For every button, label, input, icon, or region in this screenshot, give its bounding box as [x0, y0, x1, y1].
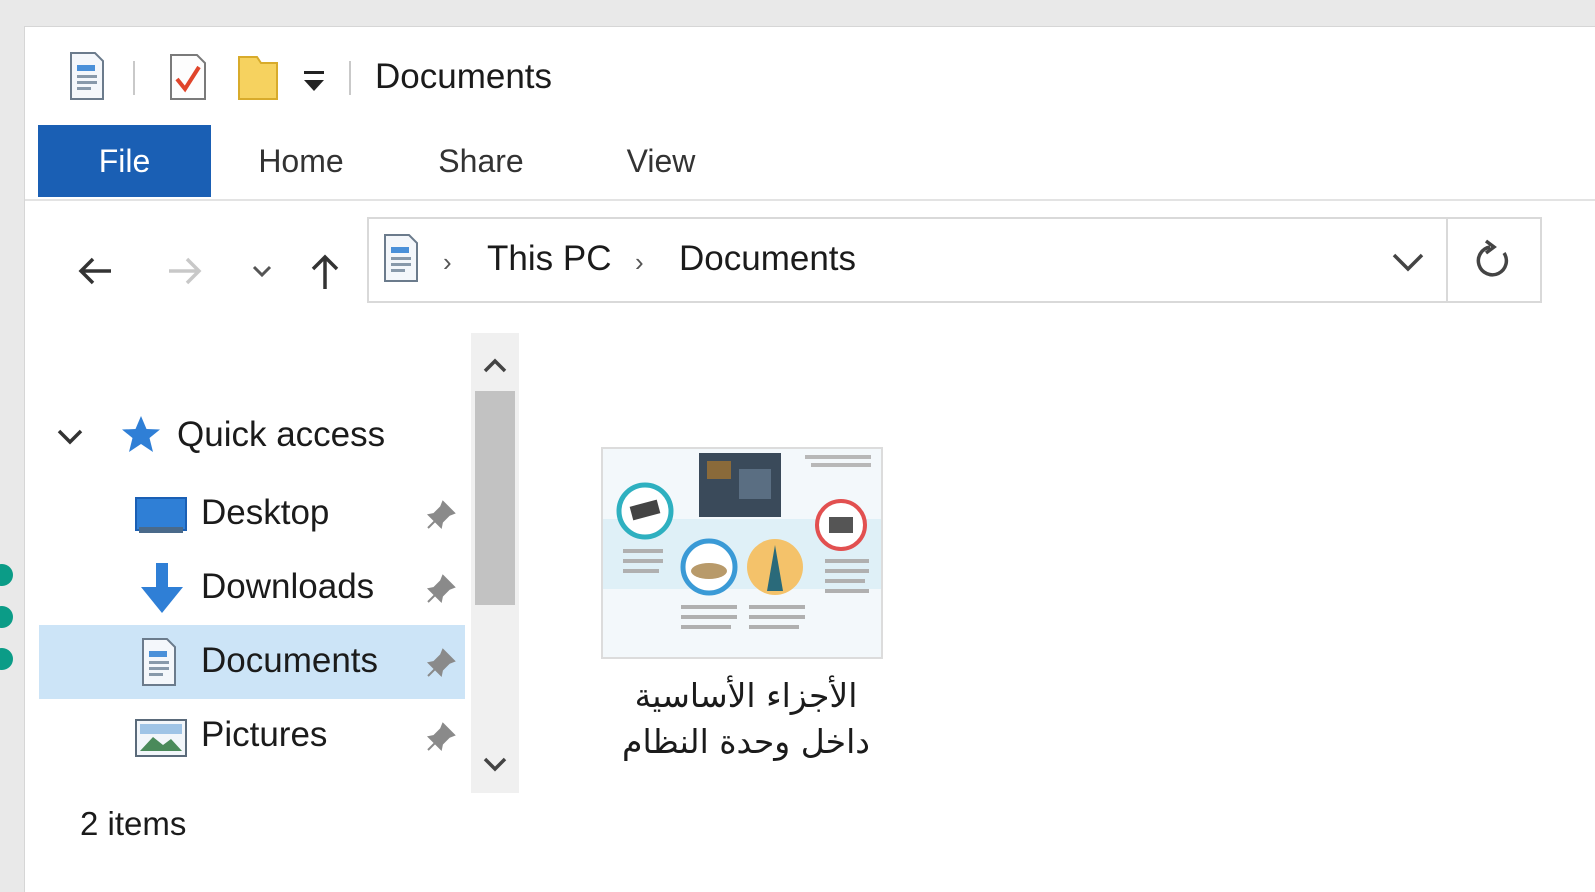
- tab-share[interactable]: Share: [411, 125, 551, 197]
- window-title: Documents: [375, 57, 553, 96]
- new-folder-icon[interactable]: [235, 51, 281, 103]
- page: Documents File Home Share View › This PC…: [0, 0, 1595, 892]
- pictures-icon: [135, 719, 187, 757]
- breadcrumb-documents[interactable]: Documents: [679, 239, 856, 279]
- nav-pane-scrollbar[interactable]: [471, 333, 519, 793]
- address-bar[interactable]: › This PC › Documents: [367, 217, 1542, 303]
- breadcrumb-separator-icon[interactable]: ›: [443, 247, 452, 278]
- properties-icon[interactable]: [67, 51, 107, 101]
- file-name-line-2: داخل وحدة النظام: [622, 722, 870, 761]
- sidebar-item-label: Downloads: [201, 567, 375, 606]
- navigation-pane: Quick access Desktop Downloads Documents…: [25, 347, 470, 767]
- scroll-thumb[interactable]: [475, 391, 515, 605]
- tab-file[interactable]: File: [38, 125, 211, 197]
- scroll-down-icon[interactable]: [477, 747, 513, 783]
- checklist-icon[interactable]: [167, 51, 209, 103]
- file-name[interactable]: الأجزاء الأساسية داخل وحدة النظام: [585, 673, 907, 765]
- title-bar: Documents: [25, 27, 1595, 125]
- star-icon: [122, 416, 160, 452]
- tab-home[interactable]: Home: [231, 125, 371, 197]
- pin-icon[interactable]: [425, 647, 457, 679]
- sidebar-item-desktop[interactable]: Desktop: [25, 477, 465, 551]
- tab-view[interactable]: View: [591, 125, 731, 197]
- address-dropdown-button[interactable]: [1370, 219, 1448, 301]
- file-name-line-1: الأجزاء الأساسية: [634, 676, 858, 715]
- recent-chevron-icon[interactable]: [247, 249, 277, 293]
- file-thumbnail[interactable]: [601, 447, 883, 659]
- expand-chevron-icon[interactable]: [55, 421, 85, 451]
- sidebar-item-downloads[interactable]: Downloads: [25, 551, 465, 625]
- dropdown-chevron-icon: [1392, 253, 1424, 272]
- pin-icon[interactable]: [425, 499, 457, 531]
- refresh-button[interactable]: [1448, 219, 1540, 301]
- ribbon-tabs: File Home Share View: [25, 125, 1595, 201]
- pin-icon[interactable]: [425, 573, 457, 605]
- breadcrumb-separator-icon[interactable]: ›: [635, 247, 644, 278]
- sidebar-item-pictures[interactable]: Pictures: [25, 699, 465, 773]
- sidebar-item-documents[interactable]: Documents: [39, 625, 465, 699]
- scroll-up-icon[interactable]: [477, 347, 513, 383]
- sidebar-item-label: Pictures: [201, 715, 328, 754]
- sidebar-item-label: Documents: [201, 641, 379, 680]
- file-explorer-window: Documents File Home Share View › This PC…: [24, 26, 1595, 892]
- download-icon: [141, 563, 183, 613]
- quick-access-label: Quick access: [177, 415, 386, 454]
- toolbar-separator: [133, 61, 135, 95]
- sidebar-item-label: Desktop: [201, 493, 330, 532]
- forward-arrow-icon[interactable]: [163, 249, 207, 293]
- back-arrow-icon[interactable]: [73, 249, 117, 293]
- breadcrumb-this-pc[interactable]: This PC: [487, 239, 611, 279]
- documents-icon: [142, 638, 176, 686]
- status-item-count: 2 items: [80, 805, 187, 842]
- documents-icon: [384, 234, 418, 282]
- refresh-icon: [1476, 239, 1509, 277]
- pin-icon[interactable]: [425, 721, 457, 753]
- document-thumbnail-icon: [603, 449, 881, 657]
- up-arrow-icon[interactable]: [303, 249, 347, 293]
- customize-dropdown-icon[interactable]: [301, 67, 327, 95]
- toolbar-separator: [349, 61, 351, 95]
- desktop-icon: [135, 497, 187, 533]
- quick-access-header[interactable]: Quick access: [25, 399, 465, 473]
